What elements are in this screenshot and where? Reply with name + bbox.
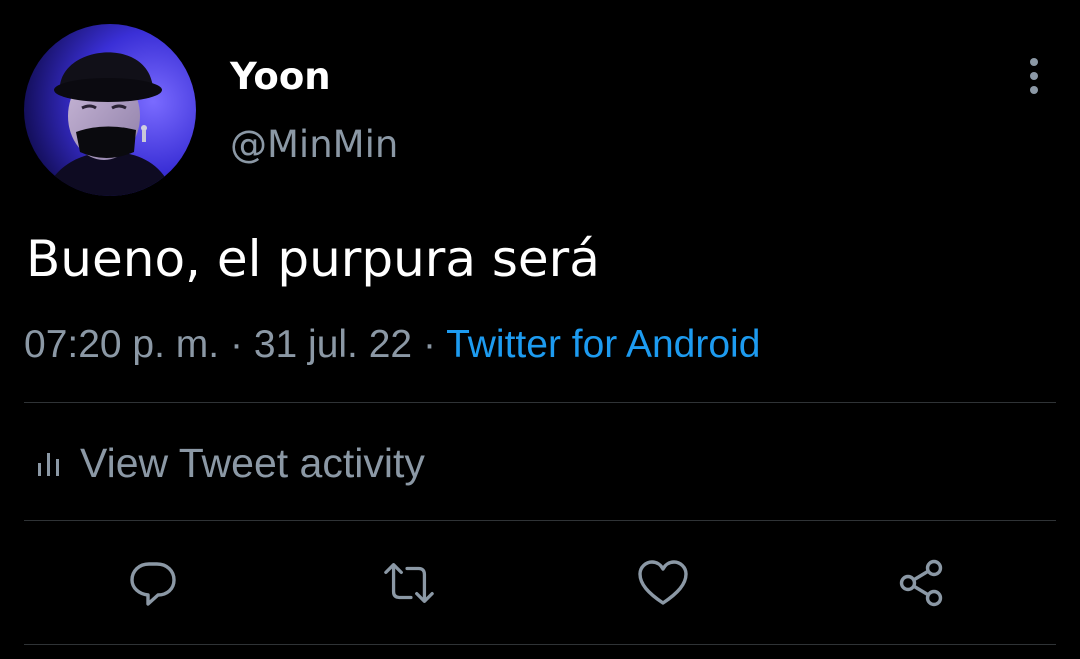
tweet-date: 31 jul. 22 bbox=[253, 323, 413, 366]
divider bbox=[24, 402, 1056, 403]
share-nodes-icon bbox=[899, 559, 943, 607]
meta-separator: · bbox=[229, 323, 243, 366]
meta-separator: · bbox=[422, 323, 436, 366]
share-button[interactable] bbox=[894, 556, 948, 610]
like-button[interactable] bbox=[636, 556, 690, 610]
more-options-icon[interactable] bbox=[1014, 54, 1054, 98]
heart-icon bbox=[638, 560, 688, 605]
bar-chart-icon bbox=[38, 453, 59, 476]
display-name[interactable]: Yoon bbox=[230, 54, 331, 100]
retweet-arrows-icon bbox=[384, 563, 434, 603]
user-handle[interactable]: @MinMin bbox=[230, 122, 398, 168]
tweet-text: Bueno, el purpura será bbox=[26, 230, 600, 288]
avatar[interactable] bbox=[24, 24, 196, 196]
divider bbox=[24, 520, 1056, 521]
reply-button[interactable] bbox=[126, 556, 180, 610]
retweet-button[interactable] bbox=[382, 556, 436, 610]
divider bbox=[24, 644, 1056, 645]
tweet-detail: Yoon @MinMin Bueno, el purpura será 07:2… bbox=[0, 0, 1080, 659]
tweet-time: 07:20 p. m. bbox=[24, 323, 220, 366]
tweet-metadata: 07:20 p. m. · 31 jul. 22 · Twitter for A… bbox=[24, 320, 760, 370]
speech-bubble-icon bbox=[130, 562, 176, 606]
view-tweet-activity-label: View Tweet activity bbox=[80, 440, 425, 486]
view-tweet-activity-button[interactable]: View Tweet activity bbox=[36, 436, 425, 490]
tweet-source-link[interactable]: Twitter for Android bbox=[446, 323, 760, 366]
